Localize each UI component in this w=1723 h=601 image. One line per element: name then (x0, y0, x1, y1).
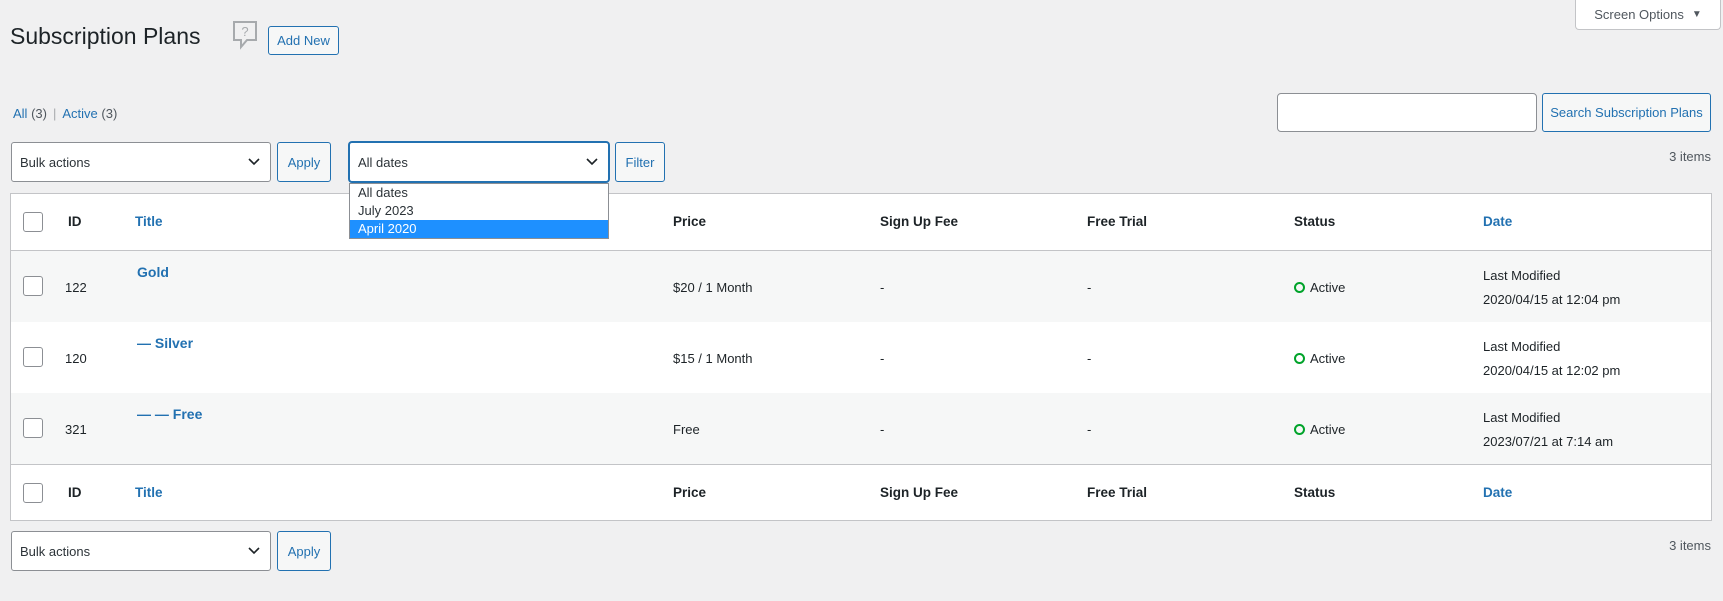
filter-button[interactable]: Filter (615, 142, 665, 182)
row-status-label: Active (1310, 351, 1346, 366)
row-id: 122 (65, 280, 87, 295)
column-status: Status (1294, 214, 1336, 229)
caret-down-icon: ▼ (1691, 9, 1702, 20)
bulk-actions-select-top[interactable]: Bulk actions (11, 142, 271, 182)
row-title-link[interactable]: — — Free (137, 406, 202, 422)
row-checkbox[interactable] (23, 276, 43, 296)
row-title-link[interactable]: — Silver (137, 335, 193, 351)
select-all-checkbox-footer[interactable] (23, 483, 43, 503)
chevron-down-icon (586, 158, 598, 166)
view-active-link[interactable]: Active (3) (62, 106, 117, 121)
row-price: $15 / 1 Month (673, 351, 753, 366)
page-title: Subscription Plans (10, 23, 201, 49)
view-all-count: (3) (31, 106, 47, 121)
column-id: ID (68, 214, 82, 229)
table-row: 120 — Silver $15 / 1 Month - - Active La… (11, 322, 1711, 393)
column-title-sort[interactable]: Title (135, 214, 163, 229)
view-all-label: All (13, 106, 28, 121)
view-all-link[interactable]: All (3) (13, 106, 47, 121)
row-price: $20 / 1 Month (673, 280, 753, 295)
column-date-sort[interactable]: Date (1483, 485, 1512, 500)
row-date: 2020/04/15 at 12:04 pm (1483, 292, 1621, 307)
view-active-count: (3) (101, 106, 118, 121)
row-checkbox[interactable] (23, 347, 43, 367)
row-free-trial: - (1087, 351, 1092, 366)
row-title-link[interactable]: Gold (137, 264, 169, 280)
column-price: Price (673, 485, 707, 500)
row-date-label: Last Modified (1483, 410, 1561, 425)
column-title-sort[interactable]: Title (135, 485, 163, 500)
status-active-icon (1294, 424, 1305, 435)
dates-select[interactable]: All dates (349, 142, 609, 182)
search-input[interactable] (1277, 93, 1537, 132)
row-status: Active (1294, 422, 1345, 437)
help-icon[interactable]: ? (232, 20, 258, 50)
column-id: ID (68, 485, 82, 500)
dates-option[interactable]: July 2023 (350, 202, 608, 220)
row-date-label: Last Modified (1483, 339, 1561, 354)
row-status-label: Active (1310, 422, 1346, 437)
view-separator: | (52, 106, 57, 121)
table-row: 122 Gold $20 / 1 Month - - Active Last M… (11, 251, 1711, 322)
bulk-actions-select-bottom[interactable]: Bulk actions (11, 531, 271, 571)
dates-dropdown-list: All dates July 2023 April 2020 (349, 183, 609, 239)
items-count-top: 3 items (1669, 149, 1711, 164)
dates-option-highlighted[interactable]: April 2020 (350, 220, 608, 238)
dates-option[interactable]: All dates (350, 184, 608, 202)
column-price: Price (673, 214, 707, 229)
select-all-checkbox[interactable] (23, 212, 43, 232)
items-count-bottom: 3 items (1669, 538, 1711, 553)
screen-options-button[interactable]: Screen Options ▼ (1575, 0, 1721, 30)
column-date-sort[interactable]: Date (1483, 214, 1512, 229)
row-free-trial: - (1087, 422, 1092, 437)
column-free-trial: Free Trial (1087, 485, 1148, 500)
svg-text:?: ? (241, 24, 248, 39)
views-filter: All (3) | Active (3) (13, 106, 117, 121)
add-new-button[interactable]: Add New (268, 26, 339, 55)
subscription-plans-table: ID Title Price Sign Up Fee Free Trial St… (10, 193, 1712, 521)
table-row: 321 — — Free Free - - Active Last Modifi… (11, 393, 1711, 464)
column-sign-up-fee: Sign Up Fee (880, 214, 959, 229)
column-sign-up-fee: Sign Up Fee (880, 485, 959, 500)
apply-button-bottom[interactable]: Apply (277, 531, 331, 571)
row-status: Active (1294, 280, 1345, 295)
bulk-actions-value: Bulk actions (20, 543, 91, 559)
screen-options-label: Screen Options (1594, 7, 1684, 22)
row-status: Active (1294, 351, 1345, 366)
row-sign-up-fee: - (880, 422, 885, 437)
row-checkbox[interactable] (23, 418, 43, 438)
row-date: 2020/04/15 at 12:02 pm (1483, 363, 1621, 378)
table-header: ID Title Price Sign Up Fee Free Trial St… (11, 194, 1711, 251)
row-free-trial: - (1087, 280, 1092, 295)
search-button[interactable]: Search Subscription Plans (1542, 93, 1711, 132)
view-active-label: Active (62, 106, 98, 121)
chevron-down-icon (248, 158, 260, 166)
apply-button-top[interactable]: Apply (277, 142, 331, 182)
row-id: 321 (65, 422, 87, 437)
row-date: 2023/07/21 at 7:14 am (1483, 434, 1614, 449)
column-status: Status (1294, 485, 1336, 500)
dates-select-value: All dates (358, 154, 408, 170)
row-price: Free (673, 422, 700, 437)
column-free-trial: Free Trial (1087, 214, 1148, 229)
row-sign-up-fee: - (880, 280, 885, 295)
row-status-label: Active (1310, 280, 1346, 295)
row-date-label: Last Modified (1483, 268, 1561, 283)
table-footer: ID Title Price Sign Up Fee Free Trial St… (11, 464, 1711, 521)
bulk-actions-value: Bulk actions (20, 154, 91, 170)
status-active-icon (1294, 353, 1305, 364)
status-active-icon (1294, 282, 1305, 293)
row-sign-up-fee: - (880, 351, 885, 366)
row-id: 120 (65, 351, 87, 366)
chevron-down-icon (248, 547, 260, 555)
